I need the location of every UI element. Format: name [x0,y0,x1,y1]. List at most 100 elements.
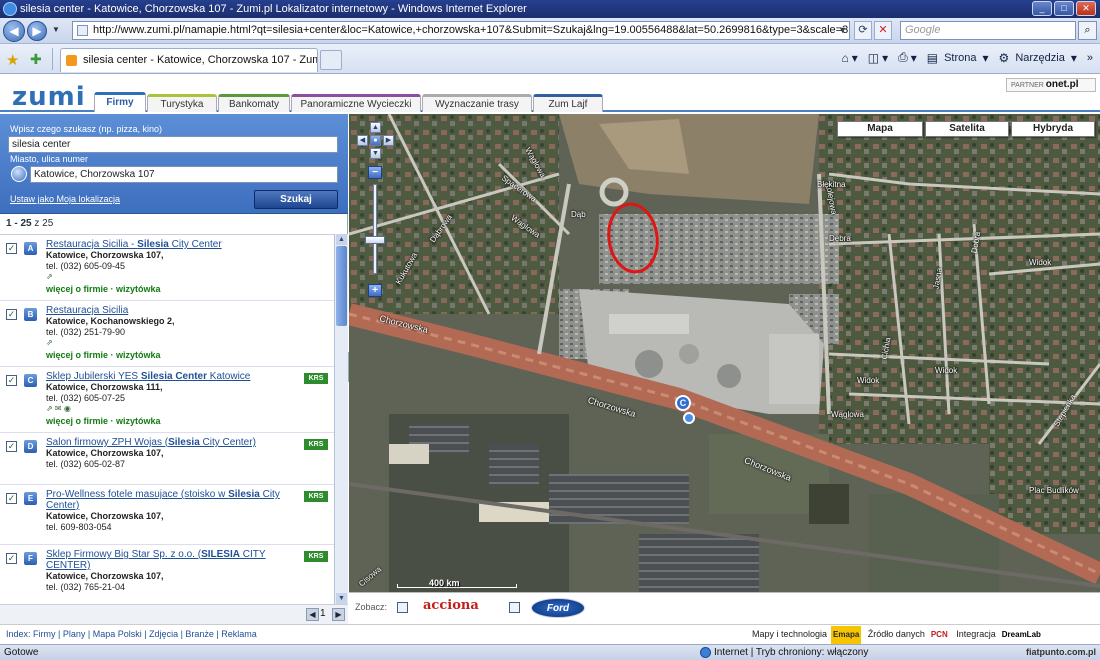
result-checkbox[interactable]: ✓ [6,493,17,504]
list-item[interactable]: ✓ D Salon firmowy ZPH Wojas (Silesia Cit… [0,433,334,485]
set-location-link[interactable]: Ustaw jako Moja lokalizacja [10,194,120,204]
result-more-link[interactable]: więcej o firmie · wizytówka [46,350,334,360]
result-action-icons[interactable]: ⇗ ✉ ◉ [46,404,334,413]
status-text: Gotowe [4,647,39,658]
favorites-star-icon[interactable]: ★ [6,51,19,69]
left-panel: Wpisz czego szukasz (np. pizza, kino) si… [0,114,348,624]
list-item[interactable]: ✓ F Sklep Firmowy Big Star Sp. z o.o. (S… [0,545,334,604]
list-item[interactable]: ✓ E Pro-Wellness fotele masujace (stoisk… [0,485,334,545]
result-name-link[interactable]: Sklep Firmowy Big Star Sp. z o.o. (SILES… [46,549,300,571]
tools-menu-button[interactable]: ⚙ Narzędzia ▾ [996,51,1080,65]
map-marker-c[interactable]: C [675,395,691,411]
home-button[interactable]: ⌂ ▾ [838,51,860,65]
krs-badge[interactable]: KRS [304,439,328,450]
scroll-down-icon[interactable]: ▼ [336,593,347,604]
globe-icon[interactable] [11,166,27,182]
zoom-out-button[interactable]: − [368,166,382,179]
map-type-mapa-button[interactable]: Mapa [837,121,923,137]
result-action-icons[interactable]: ⇗ [46,338,334,347]
krs-badge[interactable]: KRS [304,373,328,384]
what-input[interactable]: silesia center [8,136,338,153]
security-zone[interactable]: Internet | Tryb chroniony: włączony [700,645,868,660]
forward-button[interactable]: ▶ [27,21,47,41]
address-dropdown-icon[interactable]: ▼ [838,22,847,39]
refresh-icon[interactable]: ⟳ [854,21,872,40]
emapa-logo[interactable]: Emapa [831,626,862,644]
pcn-logo[interactable]: PCN [929,626,950,644]
zumi-logo[interactable]: zumi [12,82,86,112]
list-item[interactable]: ✓ B Restauracja Sicilia Katowice, Kochan… [0,301,334,367]
new-tab-button[interactable] [320,50,342,70]
ford-logo[interactable]: Ford [531,598,585,618]
result-address: Katowice, Chorzowska 107, [46,448,164,458]
result-checkbox[interactable]: ✓ [6,375,17,386]
tab-wyznaczanie-trasy[interactable]: Wyznaczanie trasy [422,94,532,112]
result-checkbox[interactable]: ✓ [6,309,17,320]
tab-firmy[interactable]: Firmy [94,92,146,112]
result-name-link[interactable]: Restauracja Sicilia - Silesia City Cente… [46,239,300,250]
next-page-button[interactable]: ▶ [332,608,345,621]
stop-icon[interactable]: ✕ [874,21,892,40]
zoom-slider-handle[interactable] [365,236,385,244]
dreamlab-logo[interactable]: DreamLab [1000,626,1043,644]
tab-turystyka[interactable]: Turystyka [147,94,217,112]
map-type-hybryda-button[interactable]: Hybryda [1011,121,1095,137]
search-input[interactable]: Google [900,21,1076,40]
pan-right-icon[interactable]: ▶ [383,135,394,146]
map-type-satelita-button[interactable]: Satelita [925,121,1009,137]
search-submit-button[interactable]: Szukaj [254,190,338,209]
result-more-link[interactable]: więcej o firmie · wizytówka [46,416,334,426]
page-menu-button[interactable]: ▤ Strona ▾ [924,51,992,65]
toolbar-chevron-icon[interactable]: » [1084,52,1096,64]
krs-badge[interactable]: KRS [304,551,328,562]
history-dropdown-icon[interactable]: ▼ [52,25,60,34]
pan-down-icon[interactable]: ▼ [370,148,381,159]
address-url: http://www.zumi.pl/namapie.html?qt=siles… [93,24,849,36]
scroll-thumb[interactable] [336,246,347,326]
footer-links[interactable]: Index: Firmy | Plany | Mapa Polski | Zdj… [6,625,257,643]
partner-badge[interactable]: PARTNER onet.pl [1006,78,1096,92]
pan-left-icon[interactable]: ◀ [357,135,368,146]
tab-zum-lajf[interactable]: Zum Lajf [533,94,603,112]
sponsor-checkbox-ford[interactable] [509,602,520,613]
pan-center-icon[interactable]: ● [370,135,381,146]
acciona-logo[interactable]: acciona [423,598,479,613]
scroll-up-icon[interactable]: ▲ [336,234,347,245]
satellite-map[interactable]: Chorzowska Chorzowska Chorzowska Dąb Wąg… [349,114,1100,592]
result-checkbox[interactable]: ✓ [6,553,17,564]
result-action-icons[interactable]: ⇗ [46,272,334,281]
tab-panoramiczne-wycieczki[interactable]: Panoramiczne Wycieczki [291,94,421,112]
add-favorite-icon[interactable]: ✚ [30,51,42,68]
result-name-text: Sklep Jubilerski YES [46,371,141,382]
minimize-button[interactable]: _ [1032,1,1052,16]
sponsor-checkbox-acciona[interactable] [397,602,408,613]
tab-bankomaty[interactable]: Bankomaty [218,94,290,112]
close-button[interactable]: ✕ [1076,1,1096,16]
pan-up-icon[interactable]: ▲ [370,122,381,133]
list-item[interactable]: ✓ A Restauracja Sicilia - Silesia City C… [0,235,334,301]
krs-badge[interactable]: KRS [304,491,328,502]
maximize-button[interactable]: □ [1054,1,1074,16]
list-item[interactable]: ✓ C Sklep Jubilerski YES Silesia Center … [0,367,334,433]
results-scrollbar[interactable]: ▲ ▼ [334,234,348,604]
zoom-in-button[interactable]: + [368,284,382,297]
result-checkbox[interactable]: ✓ [6,243,17,254]
result-checkbox[interactable]: ✓ [6,441,17,452]
zoom-rail[interactable] [373,184,377,274]
search-icon[interactable]: ⌕ [1078,21,1097,40]
result-name-link[interactable]: Restauracja Sicilia [46,305,300,316]
print-button[interactable]: ⎙ ▾ [895,50,920,65]
address-bar[interactable]: http://www.zumi.pl/namapie.html?qt=siles… [72,21,850,40]
result-name-link[interactable]: Salon firmowy ZPH Wojas (Silesia City Ce… [46,437,300,448]
where-input[interactable]: Katowice, Chorzowska 107 [30,166,338,183]
feeds-button[interactable]: ◫ ▾ [865,51,891,65]
prev-page-button[interactable]: ◀ [306,608,319,621]
result-more-link[interactable]: więcej o firmie · wizytówka [46,284,334,294]
tab-label: Zum Lajf [548,99,588,110]
result-name-link[interactable]: Sklep Jubilerski YES Silesia Center Kato… [46,371,300,382]
window-title-bar[interactable]: silesia center - Katowice, Chorzowska 10… [0,0,1100,18]
browser-tab[interactable]: silesia center - Katowice, Chorzowska 10… [60,48,318,72]
location-pin-icon[interactable] [683,412,695,424]
back-button[interactable]: ◀ [3,20,25,42]
result-name-link[interactable]: Pro-Wellness fotele masujace (stoisko w … [46,489,300,511]
